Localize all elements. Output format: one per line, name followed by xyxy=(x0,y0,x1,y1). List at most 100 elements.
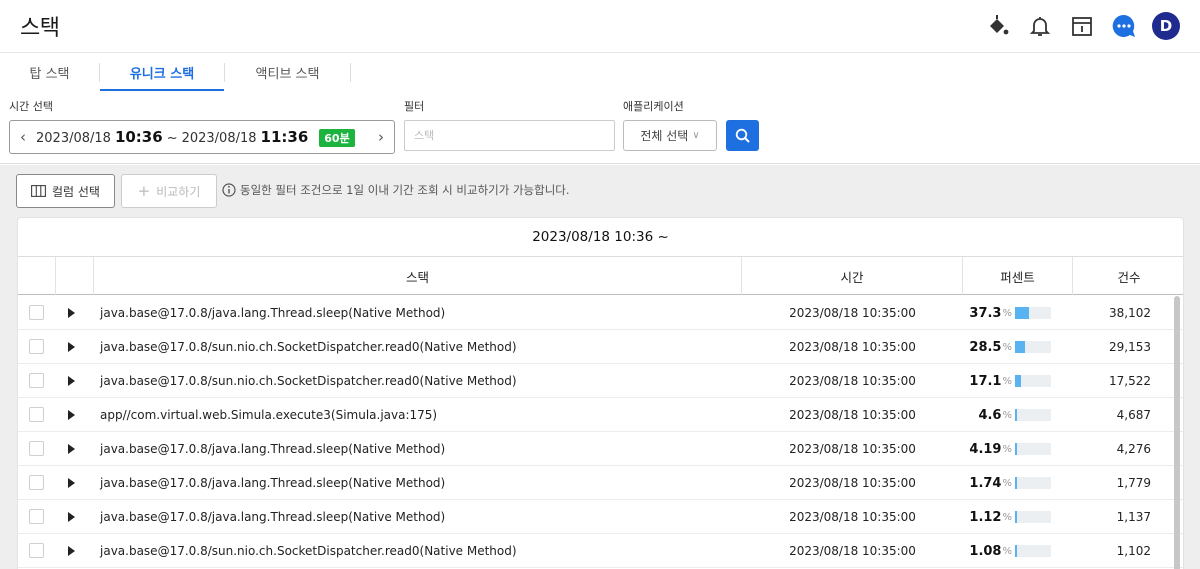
row-time: 2023/08/18 10:35:00 xyxy=(789,306,916,320)
percent-bar-fill xyxy=(1015,307,1029,319)
user-avatar[interactable]: D xyxy=(1152,12,1180,40)
compare-label: 비교하기 xyxy=(156,184,201,199)
header-percent[interactable]: 퍼센트 xyxy=(963,257,1073,295)
expand-row-icon[interactable] xyxy=(68,376,75,386)
percent-bar-fill xyxy=(1015,443,1017,455)
header-expand-cell xyxy=(56,257,94,295)
expand-row-icon[interactable] xyxy=(68,478,75,488)
content-area: 컬럼 선택 + 비교하기 동일한 필터 조건으로 1일 이내 기간 조회 시 비… xyxy=(0,165,1200,569)
search-icon xyxy=(735,128,750,143)
row-count: 38,102 xyxy=(1109,306,1151,320)
paint-bucket-icon[interactable] xyxy=(984,12,1012,40)
row-percent: 1.08 % xyxy=(963,534,1073,568)
percent-symbol: % xyxy=(1002,477,1012,489)
percent-value: 28.5 xyxy=(969,339,1002,355)
time-select-label: 시간 선택 xyxy=(9,100,53,113)
stack-filter-input[interactable] xyxy=(404,120,615,151)
column-select-button[interactable]: 컬럼 선택 xyxy=(16,174,115,208)
top-icons: D xyxy=(984,12,1180,40)
table-row[interactable]: java.base@17.0.8/java.lang.Thread.sleep(… xyxy=(18,432,1183,466)
compare-info-text: 동일한 필터 조건으로 1일 이내 기간 조회 시 비교하기가 가능합니다. xyxy=(240,183,570,197)
percent-value: 4.6 xyxy=(978,407,1002,423)
header-count[interactable]: 건수 xyxy=(1073,257,1183,295)
percent-value: 4.19 xyxy=(969,441,1002,457)
percent-symbol: % xyxy=(1002,341,1012,353)
application-select[interactable]: 전체 선택 ∨ xyxy=(623,120,717,151)
percent-bar xyxy=(1015,307,1051,319)
table-header: 스택 시간 퍼센트 건수 xyxy=(18,257,1183,295)
tab-unique-stack[interactable]: 유니크 스택 xyxy=(100,53,224,91)
tab-active-stack[interactable]: 액티브 스택 xyxy=(225,53,350,91)
row-checkbox[interactable] xyxy=(29,339,44,354)
plus-icon: + xyxy=(137,182,151,200)
percent-bar-fill xyxy=(1015,477,1017,489)
expand-row-icon[interactable] xyxy=(68,444,75,454)
search-button[interactable] xyxy=(726,120,759,151)
header-stack[interactable]: 스택 xyxy=(94,257,742,295)
percent-bar-fill xyxy=(1015,341,1026,353)
row-checkbox[interactable] xyxy=(29,475,44,490)
row-stack: java.base@17.0.8/java.lang.Thread.sleep(… xyxy=(100,510,446,524)
row-checkbox[interactable] xyxy=(29,441,44,456)
row-stack: java.base@17.0.8/java.lang.Thread.sleep(… xyxy=(100,476,446,490)
row-time: 2023/08/18 10:35:00 xyxy=(789,476,916,490)
table-row[interactable]: java.base@17.0.8/java.lang.Thread.sleep(… xyxy=(18,466,1183,500)
percent-bar xyxy=(1015,375,1051,387)
table-row[interactable]: app//com.virtual.web.Simula.execute3(Sim… xyxy=(18,398,1183,432)
row-checkbox[interactable] xyxy=(29,543,44,558)
next-range-button[interactable]: › xyxy=(368,121,394,153)
header-time[interactable]: 시간 xyxy=(742,257,963,295)
percent-symbol: % xyxy=(1002,375,1012,387)
chat-icon[interactable] xyxy=(1110,12,1138,40)
application-label: 애플리케이션 xyxy=(623,100,684,113)
table-title: 2023/08/18 10:36 ~ xyxy=(18,218,1183,257)
table-scrollbar[interactable] xyxy=(1174,296,1180,569)
row-percent: 28.5 % xyxy=(963,330,1073,364)
calendar-icon[interactable] xyxy=(1068,12,1096,40)
percent-bar xyxy=(1015,341,1051,353)
percent-symbol: % xyxy=(1002,307,1012,319)
row-count: 1,102 xyxy=(1116,544,1151,558)
expand-row-icon[interactable] xyxy=(68,546,75,556)
percent-bar xyxy=(1015,477,1051,489)
row-count: 1,779 xyxy=(1116,476,1151,490)
row-stack: java.base@17.0.8/sun.nio.ch.SocketDispat… xyxy=(100,374,517,388)
percent-bar xyxy=(1015,443,1051,455)
compare-info: 동일한 필터 조건으로 1일 이내 기간 조회 시 비교하기가 가능합니다. xyxy=(222,182,570,198)
prev-range-button[interactable]: ‹ xyxy=(10,121,36,153)
compare-button[interactable]: + 비교하기 xyxy=(121,174,217,208)
expand-row-icon[interactable] xyxy=(68,308,75,318)
row-checkbox[interactable] xyxy=(29,407,44,422)
table-row[interactable]: java.base@17.0.8/java.lang.Thread.sleep(… xyxy=(18,500,1183,534)
table-row[interactable]: java.base@17.0.8/sun.nio.ch.SocketDispat… xyxy=(18,364,1183,398)
tab-top-stack[interactable]: 탑 스택 xyxy=(0,53,99,91)
time-range-picker[interactable]: ‹ 2023/08/18 10:36 ~ 2023/08/18 11:36 60… xyxy=(9,120,395,154)
tab-divider xyxy=(350,63,351,82)
row-percent: 37.3 % xyxy=(963,296,1073,330)
top-bar: 스택 D xyxy=(0,0,1200,53)
percent-value: 37.3 xyxy=(969,305,1002,321)
expand-row-icon[interactable] xyxy=(68,410,75,420)
row-time: 2023/08/18 10:35:00 xyxy=(789,374,916,388)
stack-table-panel: 2023/08/18 10:36 ~ 스택 시간 퍼센트 건수 java.bas… xyxy=(17,217,1184,569)
row-count: 17,522 xyxy=(1109,374,1151,388)
expand-row-icon[interactable] xyxy=(68,342,75,352)
time-range-text: 2023/08/18 10:36 ~ 2023/08/18 11:36 60분 xyxy=(36,128,355,147)
table-row[interactable]: java.base@17.0.8/sun.nio.ch.SocketDispat… xyxy=(18,330,1183,364)
table-row[interactable]: java.base@17.0.8/sun.nio.ch.SocketDispat… xyxy=(18,534,1183,568)
filter-bar: 시간 선택 ‹ 2023/08/18 10:36 ~ 2023/08/18 11… xyxy=(0,91,1200,164)
bell-icon[interactable] xyxy=(1026,12,1054,40)
percent-symbol: % xyxy=(1002,511,1012,523)
row-checkbox[interactable] xyxy=(29,305,44,320)
row-percent: 1.12 % xyxy=(963,500,1073,534)
expand-row-icon[interactable] xyxy=(68,512,75,522)
row-checkbox[interactable] xyxy=(29,509,44,524)
row-time: 2023/08/18 10:35:00 xyxy=(789,340,916,354)
percent-value: 1.08 xyxy=(969,543,1002,559)
row-checkbox[interactable] xyxy=(29,373,44,388)
range-separator: ~ xyxy=(166,130,178,146)
table-row[interactable]: java.base@17.0.8/java.lang.Thread.sleep(… xyxy=(18,296,1183,330)
range-end-time: 11:36 xyxy=(260,127,309,146)
percent-symbol: % xyxy=(1002,545,1012,557)
percent-bar xyxy=(1015,545,1051,557)
